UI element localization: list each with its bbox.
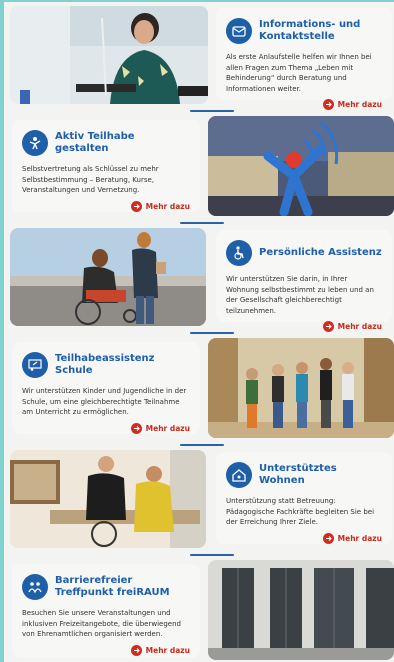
- arrow-right-icon: [130, 422, 142, 434]
- card-supported-living: Unterstütztes Wohnen Unterstützung statt…: [216, 452, 392, 544]
- page-frame: Informations- und Kontaktstelle Als erst…: [4, 2, 394, 662]
- divider: [180, 444, 224, 446]
- divider: [180, 222, 224, 224]
- divider: [190, 110, 234, 112]
- arrow-right-icon: [130, 644, 142, 656]
- arrow-right-icon: [322, 532, 334, 544]
- section-title: Informations- und Kontaktstelle: [259, 19, 361, 42]
- info-contact-icon: [226, 18, 252, 44]
- more-link[interactable]: Mehr dazu: [22, 200, 190, 212]
- arrow-right-icon: [322, 321, 334, 332]
- section-description: Als erste Anlaufstelle helfen wir Ihnen …: [226, 53, 372, 93]
- more-link-label: Mehr dazu: [145, 201, 190, 211]
- more-link[interactable]: Mehr dazu: [226, 532, 382, 544]
- photo-wheelchair-assistant: [10, 228, 206, 326]
- divider: [190, 332, 234, 334]
- more-link-label: Mehr dazu: [337, 100, 382, 109]
- school-icon: [22, 352, 48, 378]
- participation-icon: [22, 130, 48, 156]
- divider: [190, 554, 234, 556]
- more-link[interactable]: Mehr dazu: [22, 644, 190, 656]
- photo-woman-at-desk: [10, 6, 208, 104]
- photo-town-square: [208, 116, 394, 216]
- wheelchair-assist-icon: [226, 240, 252, 266]
- card-school-assistance: Teilhabeassistenz Schule Wir unterstütze…: [12, 342, 200, 434]
- more-link[interactable]: Mehr dazu: [226, 321, 382, 332]
- more-link-label: Mehr dazu: [337, 322, 382, 331]
- section-description: Unterstützung statt Betreuung: Pädagogis…: [226, 497, 375, 526]
- more-link[interactable]: Mehr dazu: [22, 422, 190, 434]
- section-title: Unterstütztes Wohnen: [259, 463, 337, 486]
- more-link[interactable]: Mehr dazu: [226, 99, 382, 110]
- section-title: Persönliche Assistenz: [259, 247, 382, 258]
- housing-icon: [226, 462, 252, 488]
- photo-school-hallway: [208, 338, 394, 438]
- section-description: Selbstvertretung als Schlüssel zu mehr S…: [22, 165, 159, 194]
- card-info-contact: Informations- und Kontaktstelle Als erst…: [216, 8, 392, 110]
- more-link-label: Mehr dazu: [145, 645, 190, 655]
- more-link-label: Mehr dazu: [145, 423, 190, 433]
- arrow-right-icon: [130, 200, 142, 212]
- photo-building-facade: [208, 560, 394, 660]
- card-meeting-point: Barrierefreier Treffpunkt freiRAUM Besuc…: [12, 564, 200, 658]
- section-title: Teilhabeassistenz Schule: [55, 353, 155, 376]
- card-active-participation: Aktiv Teilhabe gestalten Selbstvertretun…: [12, 120, 200, 212]
- section-description: Wir unterstützen Sie darin, in Ihrer Woh…: [226, 275, 374, 315]
- section-description: Besuchen Sie unsere Veranstaltungen und …: [22, 609, 181, 638]
- meeting-point-icon: [22, 574, 48, 600]
- section-title: Aktiv Teilhabe gestalten: [55, 131, 135, 154]
- arrow-right-icon: [322, 99, 334, 110]
- card-personal-assistance: Persönliche Assistenz Wir unterstützen S…: [216, 230, 392, 332]
- section-description: Wir unterstützen Kinder und Jugendliche …: [22, 387, 187, 416]
- photo-two-men-at-table: [10, 450, 206, 548]
- section-title: Barrierefreier Treffpunkt freiRAUM: [55, 575, 170, 598]
- more-link-label: Mehr dazu: [337, 533, 382, 543]
